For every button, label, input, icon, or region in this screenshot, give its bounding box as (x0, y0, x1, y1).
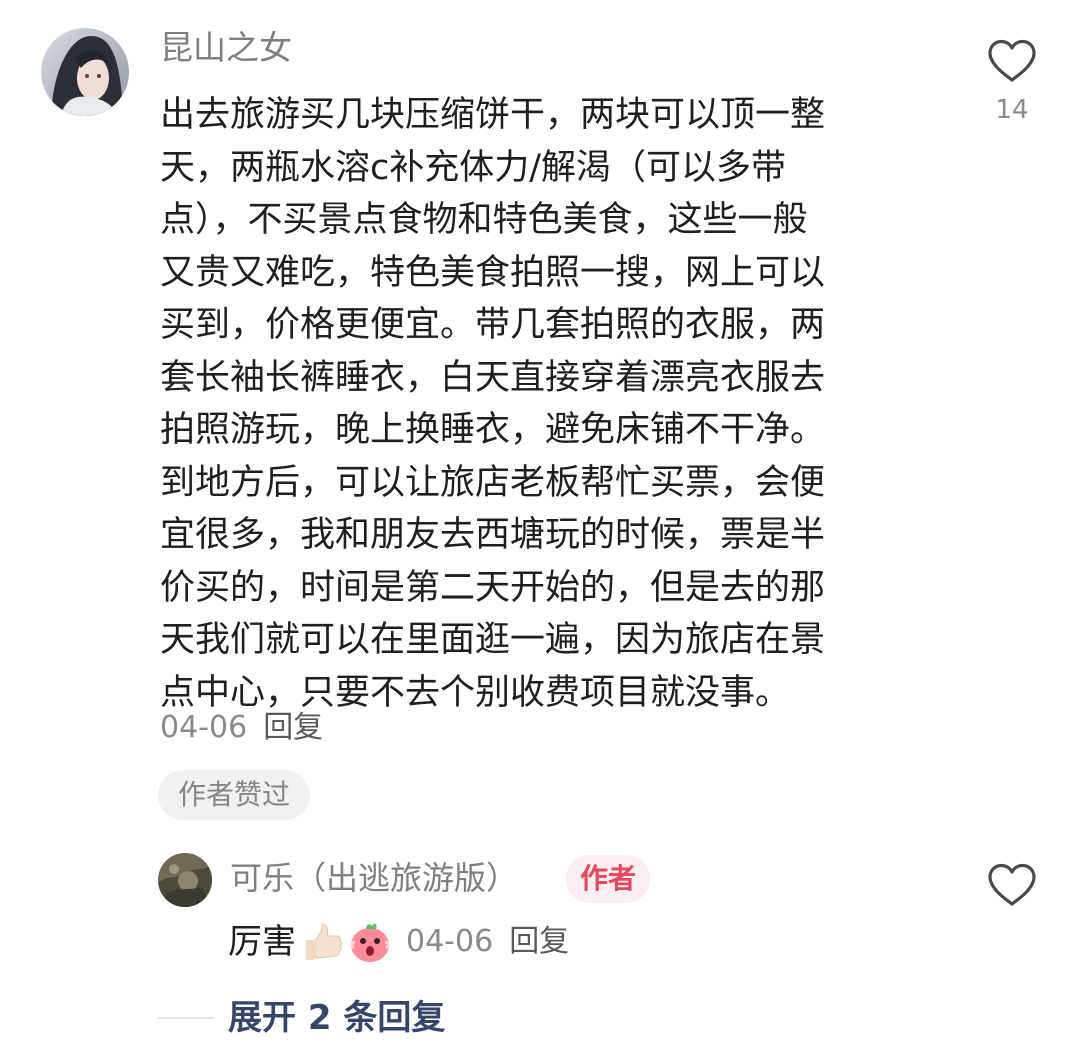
surprised-face-icon (348, 920, 392, 964)
expand-divider (158, 1017, 214, 1019)
reply-content: 厉害 04-06 回复 (228, 914, 569, 970)
reply-to-reply-button[interactable]: 回复 (509, 914, 569, 970)
reply-text: 厉害 (228, 922, 296, 962)
like-count: 14 (995, 95, 1029, 125)
like-button[interactable]: 14 (985, 38, 1039, 128)
reply-like-button[interactable] (985, 862, 1039, 908)
heart-outline-icon (988, 863, 1036, 906)
comment-text: 出去旅游买几块压缩饼干，两块可以顶一整 天，两瓶水溶c补充体力/解渴（可以多带 … (160, 95, 826, 713)
reply-date: 04-06 (406, 924, 494, 959)
author-liked-badge: 作者赞过 (158, 770, 311, 820)
thumbs-up-icon (300, 920, 344, 964)
expand-replies-button[interactable]: 展开 2 条回复 (158, 993, 445, 1043)
reply-button[interactable]: 回复 (263, 710, 323, 745)
author-badge: 作者 (566, 855, 651, 903)
expand-replies-label[interactable]: 展开 2 条回复 (228, 993, 445, 1043)
heart-outline-icon (988, 39, 1036, 82)
comment-date: 04-06 (160, 710, 248, 745)
comment-meta: 04-06 回复 (160, 708, 323, 748)
commenter-avatar[interactable] (41, 28, 129, 116)
reply-username[interactable]: 可乐（出逃旅游版） (230, 856, 518, 900)
reply-author-avatar[interactable] (158, 853, 212, 907)
commenter-username[interactable]: 昆山之女 (160, 26, 292, 70)
